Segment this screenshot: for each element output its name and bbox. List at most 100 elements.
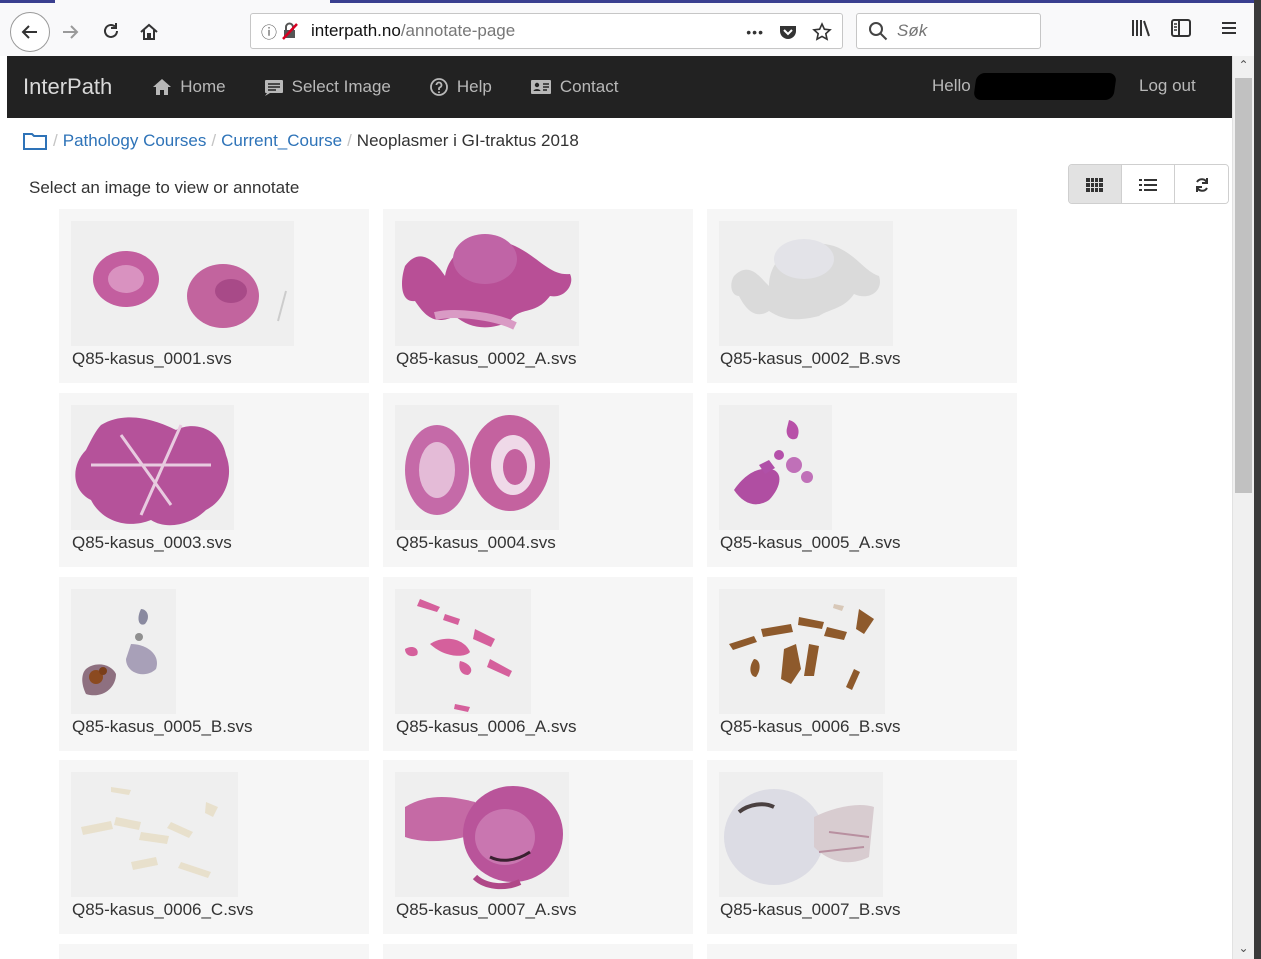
contact-icon (530, 80, 551, 94)
image-filename: Q85-kasus_0003.svs (72, 533, 232, 552)
slide-thumbnail[interactable] (719, 221, 893, 346)
scrollbar-thumb[interactable] (1235, 78, 1252, 493)
slide-thumbnail[interactable] (395, 772, 569, 897)
nav-contact-label: Contact (559, 77, 619, 96)
nav-select-image-label: Select Image (291, 77, 391, 96)
image-card[interactable] (707, 944, 1017, 959)
nav-help[interactable]: Help (429, 77, 492, 97)
image-card[interactable]: Q85-kasus_0006_C.svs (59, 760, 369, 934)
url-bar[interactable]: ⓘ interpath.no/annotate-page ••• (250, 13, 843, 49)
browser-search-input[interactable] (897, 21, 1037, 41)
search-icon (869, 22, 888, 41)
nav-contact[interactable]: Contact (530, 77, 619, 97)
image-filename: Q85-kasus_0006_A.svs (396, 717, 577, 736)
refresh-icon (1195, 178, 1208, 192)
image-card[interactable]: Q85-kasus_0002_A.svs (383, 209, 693, 383)
slide-thumbnail[interactable] (71, 772, 238, 897)
page-instruction: Select an image to view or annotate (29, 178, 300, 197)
breadcrumb-pathology-courses[interactable]: Pathology Courses (63, 131, 207, 151)
page-actions-icon[interactable]: ••• (746, 24, 764, 40)
image-filename: Q85-kasus_0004.svs (396, 533, 556, 552)
image-card[interactable]: Q85-kasus_0001.svs (59, 209, 369, 383)
image-card[interactable] (383, 944, 693, 959)
image-filename: Q85-kasus_0006_B.svs (720, 717, 901, 736)
breadcrumb-separator: / (211, 131, 217, 150)
grid-view-button[interactable] (1069, 165, 1122, 203)
nav-help-label: Help (456, 77, 492, 96)
slide-thumbnail[interactable] (71, 589, 176, 714)
tab-accent (0, 0, 55, 3)
breadcrumb-current: Neoplasmer i GI-traktus 2018 (356, 131, 579, 150)
image-card[interactable]: Q85-kasus_0006_B.svs (707, 577, 1017, 751)
nav-select-image[interactable]: Select Image (264, 77, 391, 97)
image-filename: Q85-kasus_0005_B.svs (72, 717, 253, 736)
select-image-icon (264, 80, 283, 96)
slide-thumbnail[interactable] (719, 772, 883, 897)
url-text: interpath.no/annotate-page (311, 21, 515, 41)
image-card[interactable]: Q85-kasus_0005_A.svs (707, 393, 1017, 567)
image-filename: Q85-kasus_0006_C.svs (72, 900, 254, 919)
breadcrumb-separator: / (53, 131, 58, 150)
slide-thumbnail[interactable] (71, 405, 234, 530)
slide-thumbnail[interactable] (395, 405, 559, 530)
image-filename: Q85-kasus_0001.svs (72, 349, 232, 368)
image-filename: Q85-kasus_0007_A.svs (396, 900, 577, 919)
back-button[interactable] (10, 12, 50, 52)
image-card[interactable]: Q85-kasus_0004.svs (383, 393, 693, 567)
reload-button[interactable] (93, 14, 129, 50)
view-toggle-group (1068, 164, 1229, 204)
tab-accent (330, 0, 1255, 3)
library-icon[interactable] (1130, 18, 1152, 38)
url-host: interpath.no (311, 21, 401, 40)
window-edge (1254, 0, 1261, 959)
slide-thumbnail[interactable] (395, 221, 579, 346)
slide-thumbnail[interactable] (71, 221, 294, 346)
info-icon[interactable]: ⓘ (261, 19, 277, 43)
greeting-text: Hello (932, 76, 971, 95)
image-card[interactable]: Q85-kasus_0003.svs (59, 393, 369, 567)
sidebar-icon[interactable] (1170, 18, 1192, 38)
bookmark-star-icon[interactable] (812, 22, 832, 42)
page-scrollbar[interactable]: ⌃ ⌄ (1232, 56, 1254, 959)
browser-search-bar[interactable] (856, 13, 1041, 49)
slide-thumbnail[interactable] (719, 405, 832, 530)
home-icon (153, 79, 172, 95)
grid-icon (1086, 178, 1103, 192)
image-card[interactable]: Q85-kasus_0002_B.svs (707, 209, 1017, 383)
slide-thumbnail[interactable] (395, 589, 531, 714)
image-card[interactable]: Q85-kasus_0005_B.svs (59, 577, 369, 751)
list-icon (1139, 179, 1157, 191)
image-filename: Q85-kasus_0002_A.svs (396, 349, 577, 368)
browser-toolbar: ⓘ interpath.no/annotate-page ••• (0, 0, 1261, 56)
nav-home-label: Home (180, 77, 226, 96)
breadcrumb-separator: / (347, 131, 352, 150)
help-icon (429, 78, 448, 96)
reload-icon (104, 23, 118, 38)
forward-button[interactable] (52, 14, 88, 50)
app-navbar: InterPath Home Select Image Help Contact… (7, 56, 1232, 118)
image-card[interactable]: Q85-kasus_0006_A.svs (383, 577, 693, 751)
logout-link[interactable]: Log out (1139, 76, 1196, 96)
house-icon (140, 23, 158, 40)
brand-logo[interactable]: InterPath (23, 74, 112, 100)
breadcrumb-current-course[interactable]: Current_Course (221, 131, 342, 151)
insecure-lock-icon[interactable] (281, 22, 299, 40)
forward-arrow-icon (63, 25, 79, 39)
nav-home[interactable]: Home (152, 77, 226, 97)
home-browser-button[interactable] (131, 14, 167, 50)
image-card[interactable]: Q85-kasus_0007_B.svs (707, 760, 1017, 934)
scroll-up-arrow-icon[interactable]: ⌃ (1233, 58, 1254, 76)
refresh-button[interactable] (1175, 165, 1228, 203)
redacted-username (973, 73, 1117, 100)
scroll-down-arrow-icon[interactable]: ⌄ (1233, 941, 1254, 959)
folder-icon[interactable] (22, 131, 48, 151)
image-card[interactable] (59, 944, 369, 959)
slide-thumbnail[interactable] (719, 589, 885, 714)
hamburger-menu-icon[interactable] (1219, 18, 1239, 38)
list-view-button[interactable] (1122, 165, 1175, 203)
image-card[interactable]: Q85-kasus_0007_A.svs (383, 760, 693, 934)
image-filename: Q85-kasus_0002_B.svs (720, 349, 901, 368)
image-filename: Q85-kasus_0007_B.svs (720, 900, 901, 919)
back-arrow-icon (21, 25, 37, 39)
pocket-icon[interactable] (778, 22, 798, 42)
